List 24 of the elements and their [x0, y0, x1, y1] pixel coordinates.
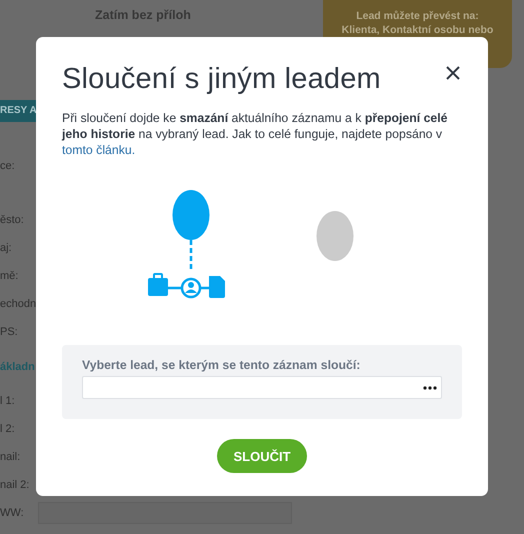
- field-label: WW:: [0, 507, 25, 519]
- field-label: echodn: [0, 298, 36, 310]
- field-label: nail:: [0, 451, 22, 463]
- section-heading: ákladn: [0, 360, 36, 372]
- field-label: aj:: [0, 242, 13, 254]
- field-label: l 1:: [0, 395, 16, 407]
- hint-text: Lead můžete převést na:: [355, 10, 480, 22]
- egg-icon: [316, 211, 354, 261]
- article-link[interactable]: tomto článku.: [62, 143, 136, 157]
- dialog-title: Sloučení s jiným leadem: [62, 63, 381, 96]
- field-label: ce:: [0, 160, 16, 172]
- description: Při sloučení dojde ke smazání aktuálního záznamu a k přepojení celé jeho historie na vybraný lead. Jak to celé funguje, najdete popsáno v tomto článku.: [62, 110, 449, 158]
- lead-picker-field[interactable]: [82, 376, 442, 399]
- field-label: l 2:: [0, 423, 16, 435]
- field-label: ěsto:: [0, 214, 25, 226]
- field-label: mě:: [0, 270, 20, 282]
- more-icon[interactable]: [423, 386, 437, 390]
- hint-text: Klienta, Kontaktní osobu nebo: [340, 24, 494, 36]
- merge-button[interactable]: SLOUČIT: [217, 439, 307, 473]
- close-button[interactable]: [445, 65, 461, 81]
- picker-label: Vyberte lead, se kterým se tento záznam sloučí:: [82, 358, 362, 372]
- close-icon: [445, 65, 461, 81]
- field-label: nail 2:: [0, 479, 30, 491]
- field-label: PS:: [0, 326, 19, 338]
